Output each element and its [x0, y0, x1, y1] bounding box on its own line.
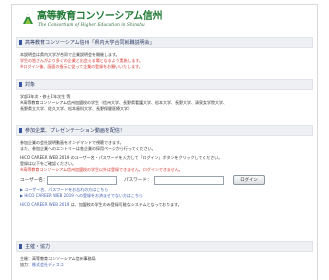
- link-text[interactable]: HiCO CAREER WEB 2019 への登録をお済ませでない方はこちら: [24, 193, 143, 198]
- section-login: 参加企業、プレゼンテーション動画を配信！ 参加企業の会社説明動画をオンデマンドで…: [16, 125, 313, 208]
- login-button[interactable]: ログイン: [233, 175, 265, 185]
- text-line: 長野県立大学、佐久大学、松本歯科大学、長野保健医療大学）: [20, 106, 132, 111]
- section-heading-label: 主催・協力: [25, 244, 51, 250]
- username-label: ユーザー名：: [20, 178, 48, 183]
- section-body: 主催：高等教育コンソーシアム信州事務局 協力：株式会社ディスコ: [16, 252, 313, 268]
- section-target: 対象 学部3年次・修士1年次生 等 ※高等教育コンソーシアム信州加盟校の学生（信…: [16, 79, 313, 112]
- heading-marker: [19, 40, 22, 45]
- section-body: 学部3年次・修士1年次生 等 ※高等教育コンソーシアム信州加盟校の学生（信州大学…: [16, 90, 313, 112]
- section-body: 参加企業の会社説明動画をオンデマンドで視聴できます。 また、参加企業へのエントリ…: [16, 136, 313, 208]
- site-header: 高等教育コンソーシアム信州 The Consortium of Higher E…: [15, 8, 315, 34]
- section-heading: 主催・協力: [16, 241, 313, 252]
- password-label: パスワード：: [124, 178, 152, 183]
- page-frame: 高等教育コンソーシアム信州 The Consortium of Higher E…: [11, 4, 318, 280]
- site-title: 高等教育コンソーシアム信州: [37, 11, 163, 22]
- hico-career-link[interactable]: HiCO CAREER WEB 2019: [20, 202, 69, 207]
- section-heading: 対象: [16, 79, 313, 90]
- section-heading-label: 参加企業、プレゼンテーション動画を配信！: [25, 128, 125, 134]
- heading-marker: [19, 244, 22, 249]
- section-heading: 参加企業、プレゼンテーション動画を配信！: [16, 125, 313, 136]
- site-subtitle: The Consortium of Higher Education in Sh…: [38, 22, 145, 27]
- section-heading-label: 高等教育コンソーシアム信州「県内大学合同就職説明会」: [25, 40, 155, 46]
- text-line: ※ログイン後、画面の指示に従って企業の登録をお願いいたします。: [20, 64, 143, 69]
- section-notice: 高等教育コンソーシアム信州「県内大学合同就職説明会」 本説明会は県内大学が合同で…: [16, 37, 313, 80]
- text-line: HiCO CAREER WEB 2019 は、加盟校の学生のみ登録可能なシステム…: [20, 202, 306, 208]
- footer-text: は、加盟校の学生のみ登録可能なシステムとなっております。: [69, 202, 182, 207]
- section-organizer: 主催・協力 主催：高等教育コンソーシアム信州事務局 協力：株式会社ディスコ: [16, 241, 313, 268]
- password-input[interactable]: [154, 176, 224, 185]
- section-heading: 高等教育コンソーシアム信州「県内大学合同就職説明会」: [16, 37, 313, 48]
- consortium-logo-icon: [21, 12, 35, 26]
- warning-note: ※高等教育コンソーシアム信州加盟校の学生以外は登録できません。ログインできません…: [20, 167, 183, 172]
- text-line: 協力：株式会社ディスコ: [20, 262, 64, 267]
- section-body: 本説明会は県内大学が合同で企業説明会を開催します。 学生の皆さんがより多くの企業…: [16, 48, 313, 80]
- heading-marker: [19, 128, 22, 133]
- username-input[interactable]: [47, 176, 117, 185]
- section-heading-label: 対象: [25, 82, 36, 88]
- login-form: ユーザー名： パスワード： ログイン: [20, 175, 306, 187]
- link-text[interactable]: ユーザー名、パスワードをお忘れの方はこちら: [24, 187, 108, 192]
- heading-marker: [19, 82, 22, 87]
- disco-link[interactable]: 株式会社ディスコ: [32, 262, 64, 267]
